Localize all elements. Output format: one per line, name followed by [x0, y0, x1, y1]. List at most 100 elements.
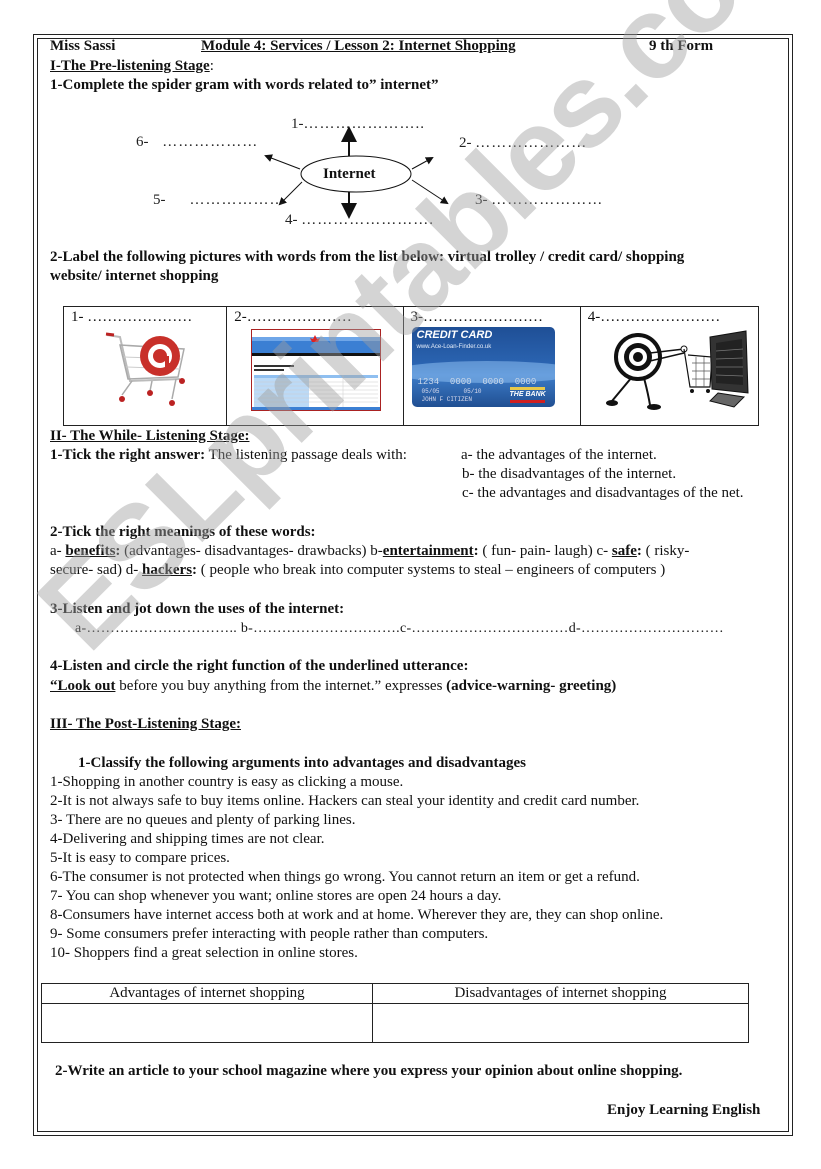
tick-answer-prompt: The listening passage deals with: [205, 447, 407, 463]
write-article-task: 2-Write an article to your school magazi… [55, 1063, 683, 1079]
section-1-heading: I-The Pre-listening Stage: [50, 57, 214, 76]
branch-blank[interactable]: ……………… [162, 134, 258, 150]
picture-label-1: 1- ………………… [71, 309, 192, 326]
card-bank-red [509, 400, 545, 403]
picture-blank[interactable]: …………………… [423, 309, 543, 325]
word-list-line-2: website/ internet shopping [50, 268, 219, 284]
entertainment-options[interactable]: ( fun- pain- laugh) c- [479, 543, 612, 559]
card-bank-stripe [509, 387, 545, 390]
disadvantages-header: Disadvantages of internet shopping [372, 983, 749, 1004]
arrow-6 [264, 154, 301, 170]
branch-number: 5- [153, 192, 166, 208]
at-sign-pushing-cart-icon [605, 330, 749, 410]
task-1-instruction: 1-Complete the spider gram with words re… [50, 77, 439, 93]
picture-blank[interactable]: ………………… [84, 309, 192, 325]
picture-number: 1- [71, 309, 84, 325]
safe-options-cont[interactable]: secure- sad) d- [50, 562, 142, 578]
word-benefits: benefits [65, 543, 116, 559]
picture-blank[interactable]: ………………… [247, 309, 352, 325]
picture-number: 2- [234, 309, 247, 325]
tick-answer-label: 1-Tick the right answer: [50, 447, 206, 463]
hackers-options[interactable]: ( people who break into computer systems… [197, 562, 665, 578]
jot-down-blanks[interactable]: a-………………………….. b-………………………….c-…………………………… [75, 619, 724, 638]
card-holder: JOHN F CITIZEN [421, 396, 472, 403]
jot-down-task-label: 3-Listen and jot down the uses of the in… [50, 601, 345, 617]
argument-item: 2-It is not always safe to buy items onl… [50, 793, 640, 809]
picture-cell-2: 2-………………… [226, 306, 404, 426]
argument-item: 8-Consumers have internet access both at… [50, 907, 664, 923]
circle-function-task-label: 4-Listen and circle the right function o… [50, 658, 469, 674]
word-entertainment: entertainment [382, 543, 474, 559]
classification-table: Advantages of internet shopping Disadvan… [41, 983, 749, 1043]
branch-blank[interactable]: ………………… [491, 192, 603, 208]
spider-center-label: Internet [323, 166, 376, 182]
credit-card-image: CREDIT CARD www.Ace-Loan-Finder.co.uk 12… [411, 327, 555, 407]
shopping-website-image [251, 329, 382, 411]
arrow-2 [411, 157, 434, 170]
shopping-cart-at-icon [105, 332, 185, 406]
branch-number: 2- [459, 135, 472, 151]
meanings-task-label: 2-Tick the right meanings of these words… [50, 524, 316, 540]
meanings-line-1: a- benefits: (advantages- disadvantages-… [50, 542, 689, 561]
branch-number: 4- [285, 212, 298, 228]
answer-option-b[interactable]: b- the disadvantages of the internet. [462, 465, 676, 484]
form-level: 9 th Form [649, 38, 714, 54]
branch-blank[interactable]: ………………….. [304, 116, 426, 132]
picture-cell-3: 3-…………………… CREDIT CARD www.Ace-Loan-Find… [402, 306, 581, 426]
argument-item: 9- Some consumers prefer interacting wit… [50, 926, 489, 942]
picture-label-2: 2-………………… [234, 309, 352, 326]
picture-number: 3- [410, 309, 424, 325]
argument-item: 5-It is easy to compare prices. [50, 850, 230, 866]
task-2-instruction: 2-Label the following pictures with word… [50, 248, 684, 267]
section-1-title: I-The Pre-listening Stage [50, 58, 210, 74]
spider-branch-1: 1-………………….. [291, 116, 425, 133]
branch-number: 3- [475, 192, 488, 208]
task-2-label: 2-Label the following pictures with word… [50, 249, 445, 265]
picture-cell-4: 4-…………………… [579, 306, 760, 426]
module-title: Module 4: Services / Lesson 2: Internet … [201, 38, 516, 54]
signoff: Enjoy Learning English [607, 1102, 761, 1118]
word-safe: safe [611, 543, 637, 559]
argument-item: 1-Shopping in another country is easy as… [50, 774, 404, 790]
card-number: 1234 0000 0000 0000 [417, 377, 537, 387]
item-a-prefix: a- [50, 543, 66, 559]
branch-number: 1- [291, 116, 304, 132]
tick-answer-task: 1-Tick the right answer: The listening p… [50, 446, 407, 465]
spider-branch-2: 2- ………………… [459, 135, 587, 152]
classify-task-label: 1-Classify the following arguments into … [78, 755, 526, 771]
argument-item: 4-Delivering and shipping times are not … [50, 831, 325, 847]
advantages-answer-cell[interactable] [41, 1003, 373, 1043]
teacher-name: Miss Sassi [50, 38, 116, 54]
card-expires: 05/10 [463, 388, 482, 395]
function-choices[interactable]: (advice-warning- greeting) [446, 678, 616, 694]
word-list-line-1: virtual trolley / credit card/ shopping [444, 249, 685, 265]
card-url: www.Ace-Loan-Finder.co.uk [416, 344, 492, 350]
answer-option-c[interactable]: c- the advantages and disadvantages of t… [462, 484, 744, 503]
section-1-colon: : [209, 58, 214, 74]
card-valid-from: 05/05 [421, 388, 440, 395]
arrow-3 [411, 179, 449, 205]
utterance-rest: before you buy anything from the interne… [115, 678, 447, 694]
argument-item: 3- There are no queues and plenty of par… [50, 812, 356, 828]
branch-blank[interactable]: ……………………. [301, 212, 434, 228]
picture-blank[interactable]: …………………… [600, 309, 720, 325]
picture-cell-1: 1- ………………… [62, 306, 228, 426]
branch-blank[interactable]: ………………… [475, 135, 587, 151]
picture-label-3: 3-…………………… [411, 309, 544, 326]
word-hackers: hackers [142, 562, 193, 578]
answer-option-a[interactable]: a- the advantages of the internet. [461, 446, 657, 465]
spider-branch-4: 4- ……………………. [285, 212, 434, 229]
spider-branch-5: 5- ……………… [153, 192, 286, 209]
disadvantages-answer-cell[interactable] [372, 1003, 749, 1043]
section-3-title: III- The Post-Listening Stage: [50, 716, 241, 732]
argument-item: 7- You can shop whenever you want; onlin… [50, 888, 502, 904]
safe-options[interactable]: ( risky- [642, 543, 690, 559]
benefits-options[interactable]: (advantages- disadvantages- drawbacks) b… [120, 543, 383, 559]
branch-blank[interactable]: ……………… [190, 192, 286, 208]
pictures-table: 1- ………………… 2-………………… 3-…………………… CREDIT C… [62, 306, 760, 426]
picture-number: 4- [587, 309, 601, 325]
spider-branch-6: 6- ……………… [136, 134, 258, 151]
card-title: CREDIT CARD [416, 329, 493, 341]
argument-item: 10- Shoppers find a great selection in o… [50, 945, 358, 961]
utterance-line: “Look out before you buy anything from t… [50, 677, 616, 696]
